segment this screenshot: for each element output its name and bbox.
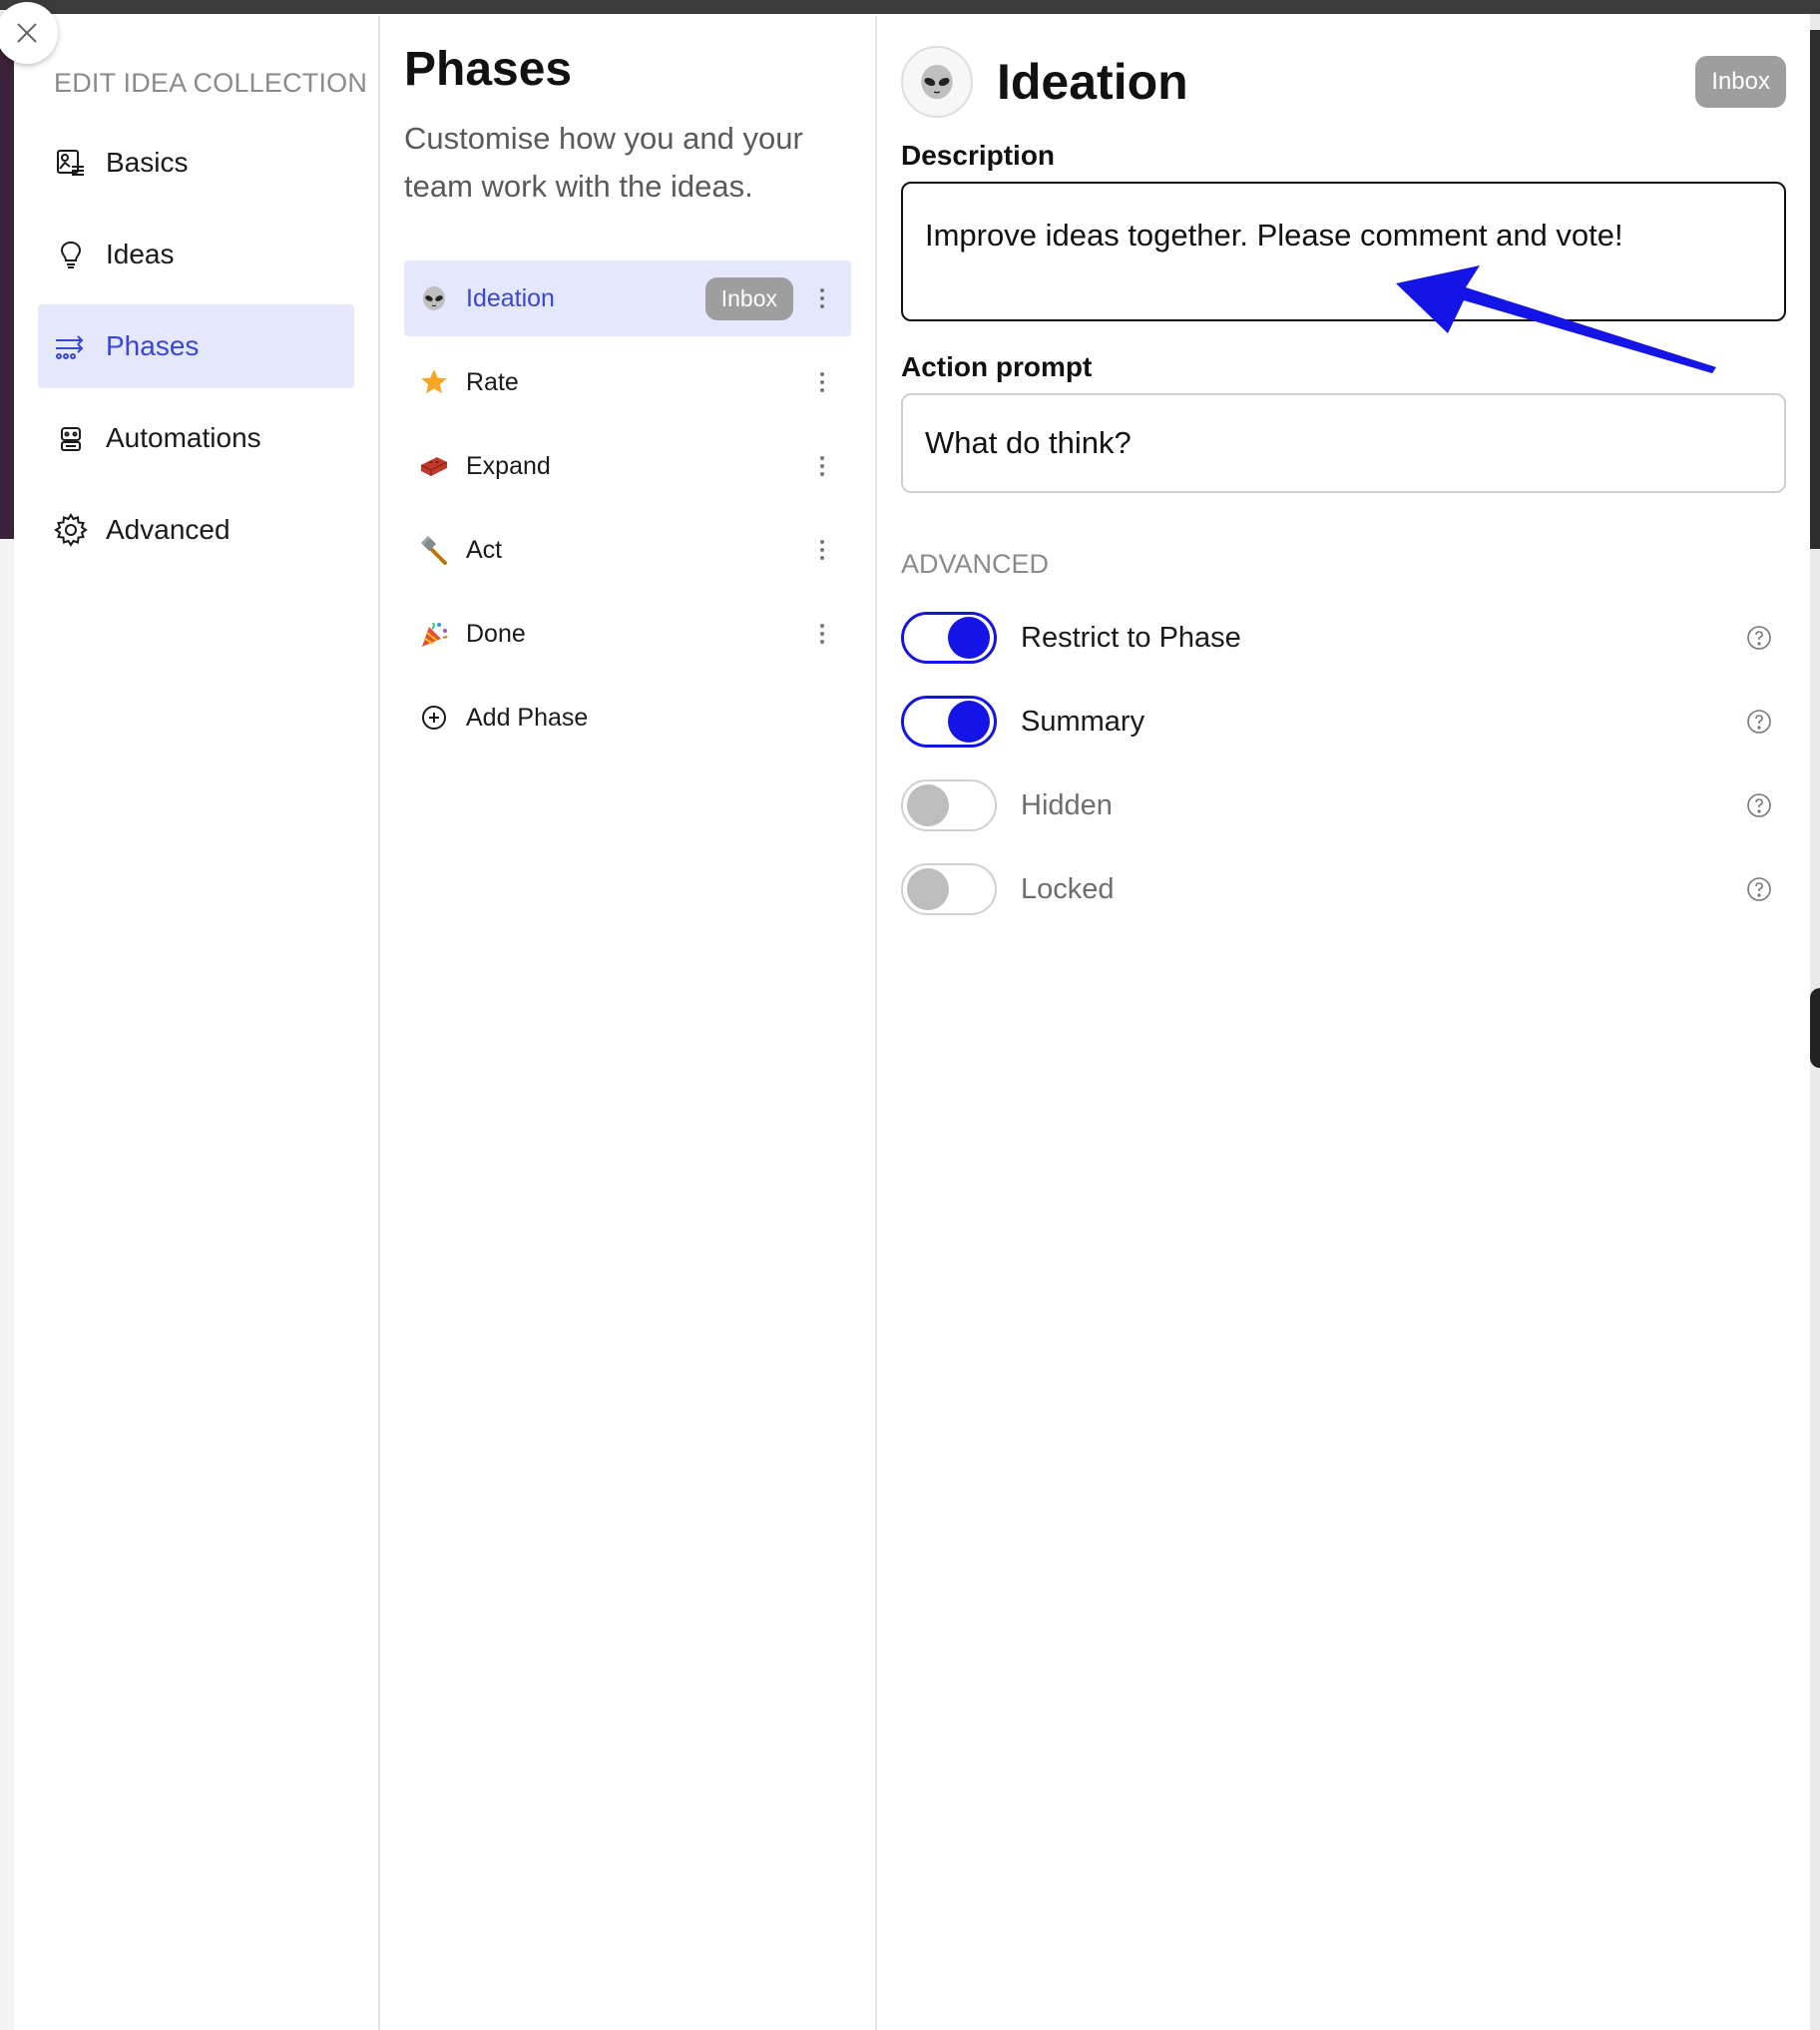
plus-circle-icon	[418, 702, 450, 734]
brick-icon	[418, 450, 450, 482]
phase-detail-panel: Ideation Inbox Description Improve ideas…	[877, 16, 1810, 2030]
lightbulb-icon	[54, 238, 88, 271]
phases-icon	[54, 329, 88, 363]
nav-item-label: Advanced	[106, 514, 230, 545]
background-right-image	[1810, 30, 1820, 549]
party-popper-icon	[418, 618, 450, 650]
inbox-badge: Inbox	[704, 276, 793, 320]
action-prompt-field[interactable]: What do think?	[901, 393, 1786, 493]
toggle-row-locked: Locked	[901, 861, 1786, 917]
robot-icon	[54, 421, 88, 455]
nav-item-label: Phases	[106, 330, 200, 361]
nav-item-label: Basics	[106, 147, 189, 178]
nav-item-automations[interactable]: Automations	[38, 396, 354, 480]
edit-collection-modal: EDIT IDEA COLLECTION Basics Ideas Phases…	[0, 2, 1810, 2030]
detail-header: Ideation Inbox	[901, 40, 1786, 124]
toggle-label: Locked	[1021, 872, 1115, 905]
kebab-menu-icon[interactable]	[811, 282, 833, 314]
phase-item-expand[interactable]: Expand	[404, 428, 851, 504]
phase-avatar[interactable]	[901, 46, 973, 118]
alien-icon	[921, 64, 953, 100]
phase-title: Ideation	[997, 54, 1188, 110]
phase-label: Done	[466, 619, 526, 648]
phase-item-act[interactable]: Act	[404, 512, 851, 588]
background-top-bar	[0, 0, 1820, 14]
advanced-heading: ADVANCED	[901, 549, 1050, 579]
toggle-row-summary: Summary	[901, 694, 1786, 750]
phase-item-ideation[interactable]: Ideation Inbox	[404, 260, 851, 336]
locked-toggle[interactable]	[901, 863, 997, 915]
phase-label: Rate	[466, 367, 519, 396]
kebab-menu-icon[interactable]	[811, 618, 833, 650]
nav-heading: EDIT IDEA COLLECTION	[54, 68, 368, 98]
phase-label: Ideation	[466, 283, 555, 312]
alien-icon	[418, 282, 450, 314]
description-label: Description	[901, 140, 1056, 171]
help-icon[interactable]	[1746, 876, 1772, 902]
basics-icon	[54, 146, 88, 180]
kebab-menu-icon[interactable]	[811, 450, 833, 482]
action-prompt-label: Action prompt	[901, 351, 1093, 382]
settings-nav: EDIT IDEA COLLECTION Basics Ideas Phases…	[14, 16, 380, 2030]
background-right-tab	[1810, 988, 1820, 1068]
toggle-label: Restrict to Phase	[1021, 621, 1241, 654]
toggle-label: Summary	[1021, 705, 1145, 738]
nav-item-label: Automations	[106, 422, 261, 453]
hammer-icon	[418, 534, 450, 566]
toggle-row-hidden: Hidden	[901, 777, 1786, 833]
summary-toggle[interactable]	[901, 696, 997, 748]
nav-item-label: Ideas	[106, 239, 175, 269]
help-icon[interactable]	[1746, 709, 1772, 735]
restrict-to-phase-toggle[interactable]	[901, 612, 997, 664]
star-icon	[418, 366, 450, 398]
hidden-toggle[interactable]	[901, 779, 997, 831]
phases-subtitle: Customise how you and your team work wit…	[404, 121, 803, 204]
help-icon[interactable]	[1746, 625, 1772, 651]
add-phase-label: Add Phase	[466, 703, 589, 732]
kebab-menu-icon[interactable]	[811, 366, 833, 398]
background-left-image	[0, 20, 14, 539]
toggle-row-restrict-to-phase: Restrict to Phase	[901, 610, 1786, 666]
phase-label: Expand	[466, 451, 551, 480]
nav-item-ideas[interactable]: Ideas	[38, 213, 354, 296]
close-icon	[17, 23, 37, 43]
kebab-menu-icon[interactable]	[811, 534, 833, 566]
nav-item-phases[interactable]: Phases	[38, 304, 354, 388]
gear-icon	[54, 513, 88, 547]
phases-title: Phases	[404, 43, 573, 96]
add-phase-button[interactable]: Add Phase	[404, 680, 851, 756]
phase-label: Act	[466, 535, 503, 564]
toggle-label: Hidden	[1021, 788, 1113, 821]
phases-panel: Phases Customise how you and your team w…	[380, 16, 877, 2030]
nav-item-basics[interactable]: Basics	[38, 121, 354, 205]
phase-item-done[interactable]: Done	[404, 596, 851, 672]
phase-item-rate[interactable]: Rate	[404, 344, 851, 420]
help-icon[interactable]	[1746, 792, 1772, 818]
inbox-badge: Inbox	[1695, 56, 1786, 108]
description-field[interactable]: Improve ideas together. Please comment a…	[901, 182, 1786, 321]
nav-item-advanced[interactable]: Advanced	[38, 488, 354, 572]
